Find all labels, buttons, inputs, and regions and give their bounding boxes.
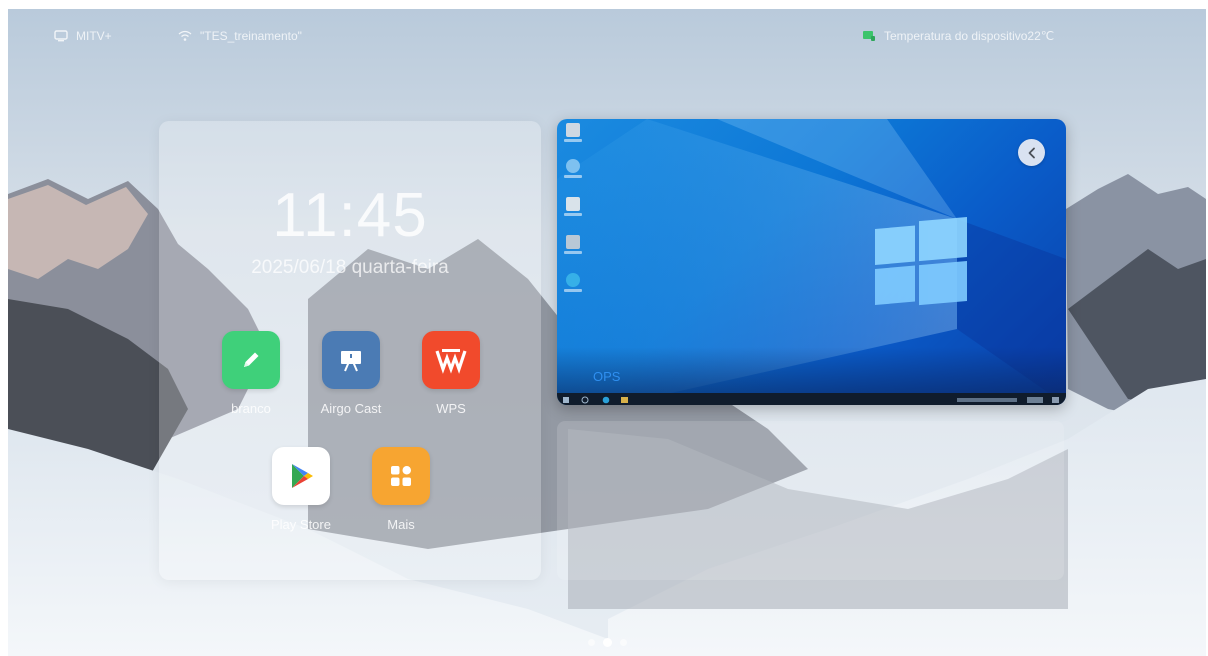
page-indicator — [588, 638, 627, 647]
wifi-indicator: "TES_treinamento" — [178, 29, 302, 43]
taskbar-icons — [563, 396, 1059, 404]
desktop-icon[interactable] — [563, 123, 583, 142]
app-label: Airgo Cast — [320, 401, 382, 416]
source-indicator: MITV+ — [54, 29, 112, 43]
source-label: MITV+ — [76, 29, 112, 43]
grid-icon — [372, 447, 430, 505]
desktop-icon[interactable] — [563, 159, 583, 178]
chevron-left-icon — [1028, 147, 1035, 158]
desktop-icon[interactable] — [563, 273, 583, 292]
back-button[interactable] — [1018, 139, 1045, 166]
app-airgo-cast[interactable]: Airgo Cast — [306, 331, 396, 416]
app-branco[interactable]: branco — [206, 331, 296, 416]
launcher-screen: MITV+ "TES_treinamento" Temperatura do d… — [8, 9, 1206, 656]
desktop-icon[interactable] — [563, 197, 583, 216]
secondary-panel — [557, 421, 1064, 580]
ops-shade — [557, 347, 1066, 393]
desktop-icon[interactable] — [563, 235, 583, 254]
windows-taskbar — [557, 393, 1066, 405]
app-wps[interactable]: WPS — [406, 331, 496, 416]
temperature-label: Temperatura do dispositivo22℃ — [884, 29, 1055, 43]
app-mais[interactable]: Mais — [356, 447, 446, 532]
app-play-store[interactable]: Play Store — [256, 447, 346, 532]
pencil-icon — [222, 331, 280, 389]
ops-label: OPS — [593, 369, 621, 384]
app-label: WPS — [436, 401, 466, 416]
tv-icon — [54, 30, 68, 42]
temperature-indicator: Temperatura do dispositivo22℃ — [862, 29, 1054, 43]
status-bar: MITV+ "TES_treinamento" Temperatura do d… — [8, 9, 1206, 49]
page-dot-active[interactable] — [603, 638, 612, 647]
app-label: branco — [231, 401, 271, 416]
play-store-icon — [272, 447, 330, 505]
page-dot[interactable] — [588, 639, 595, 646]
ops-preview-window[interactable]: OPS — [557, 119, 1066, 405]
home-widget-panel: 11:45 2025/06/18 quarta-feira branco Air… — [159, 121, 541, 580]
date-label: 2025/06/18 quarta-feira — [251, 257, 449, 278]
clock: 11:45 — [272, 181, 428, 250]
wps-icon — [422, 331, 480, 389]
cast-screen-icon — [322, 331, 380, 389]
app-label: Mais — [387, 517, 415, 532]
wifi-name: "TES_treinamento" — [200, 29, 302, 43]
app-label: Play Store — [271, 517, 331, 532]
thermometer-icon — [863, 31, 875, 41]
page-dot[interactable] — [620, 639, 627, 646]
wifi-icon — [178, 30, 192, 41]
